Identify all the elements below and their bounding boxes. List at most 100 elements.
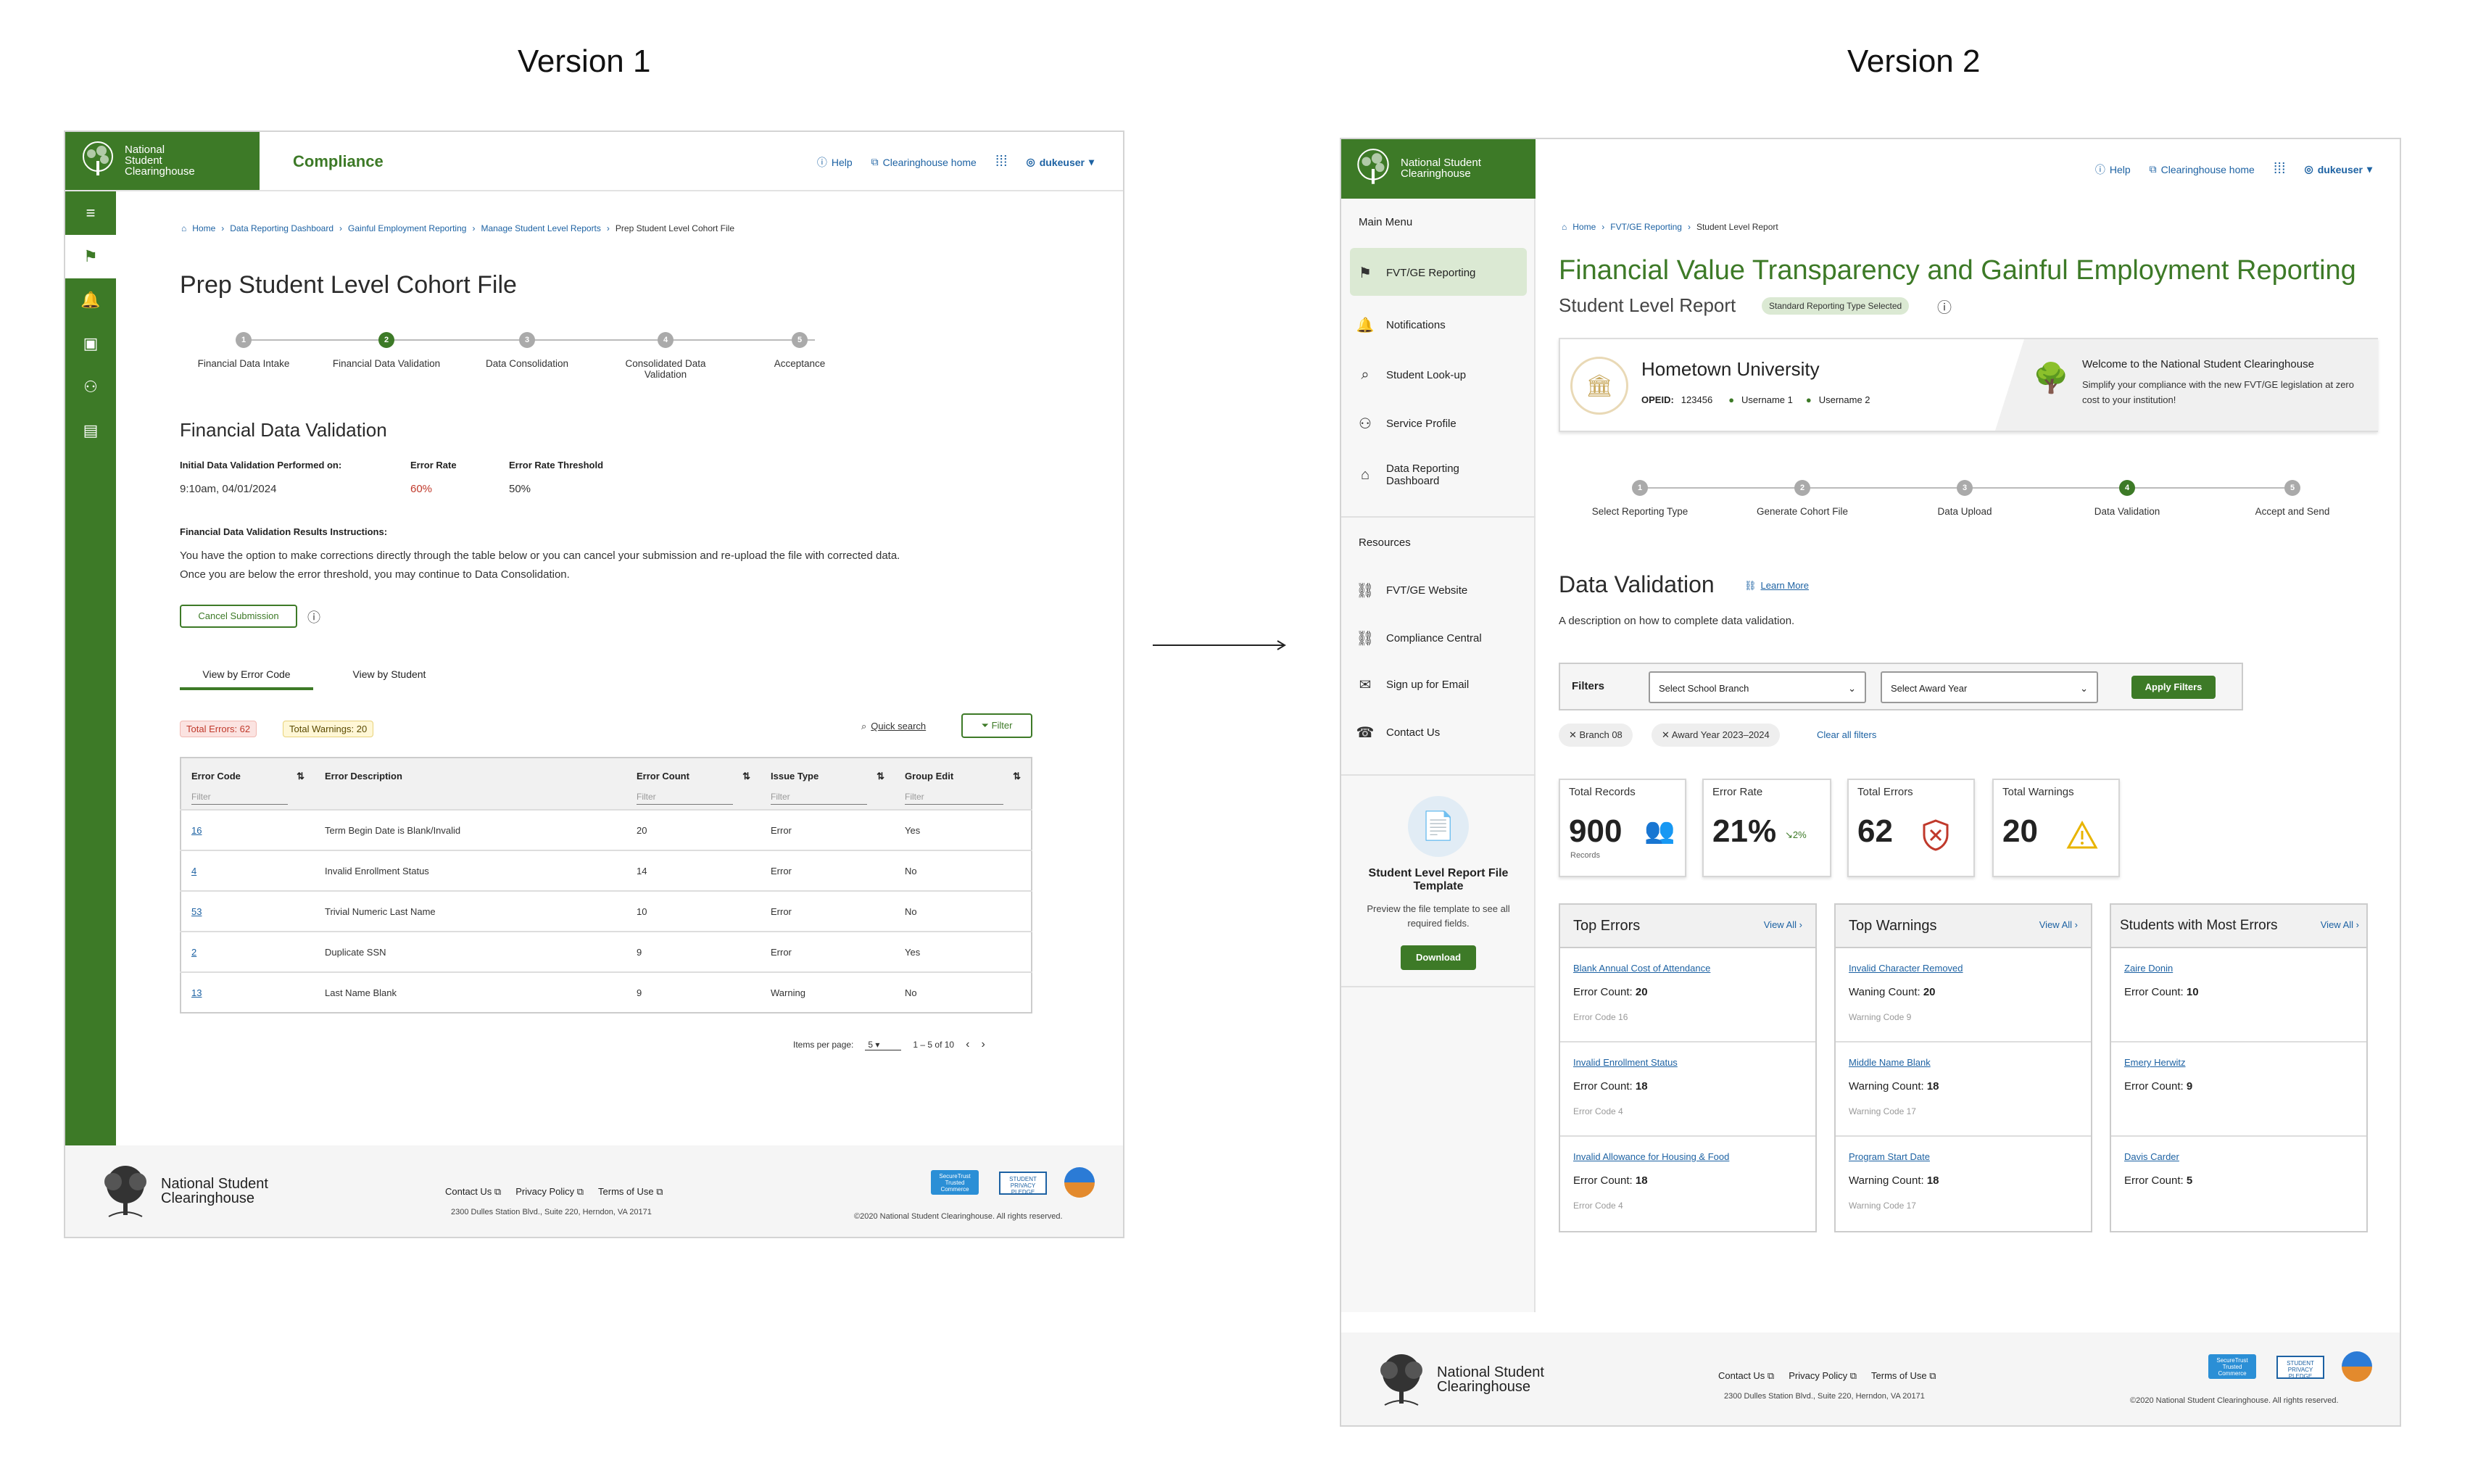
items-per-page-select[interactable]: 5 ▾ [865, 1040, 902, 1050]
filter-issue-type[interactable]: Filter [771, 792, 868, 805]
clear-all-filters-link[interactable]: Clear all filters [1817, 729, 1876, 740]
footer-terms-link[interactable]: Terms of Use ⧉ [598, 1186, 663, 1198]
school-branch-select[interactable]: Select School Branch ⌄ [1649, 671, 1866, 703]
welcome-text: Simplify your compliance with the new FV… [2082, 379, 2354, 405]
clearinghouse-home-link[interactable]: ⧉ Clearinghouse home [871, 156, 977, 168]
footer-contact-link[interactable]: Contact Us ⧉ [445, 1186, 501, 1198]
footer-terms-link[interactable]: Terms of Use ⧉ [1871, 1370, 1936, 1382]
view-all-errors-link[interactable]: View All › [1764, 919, 1802, 930]
warning-triangle-icon [2066, 821, 2098, 849]
nsc-logo[interactable]: National Student Clearinghouse [77, 139, 204, 181]
bell-icon: 🔔 [1356, 318, 1375, 333]
section-description: A description on how to complete data va… [1559, 615, 1795, 627]
col-group-edit[interactable]: Group Edit ⇅ [895, 758, 1032, 787]
filter-group-edit[interactable]: Filter [905, 792, 1003, 805]
footer-privacy-link[interactable]: Privacy Policy ⧉ [515, 1186, 584, 1198]
people-icon[interactable]: ⚇ [65, 365, 116, 409]
sort-icon[interactable]: ⇅ [877, 771, 884, 782]
list-item: Blank Annual Cost of Attendance Error Cou… [1560, 948, 1815, 1042]
menu-notifications[interactable]: 🔔 Notifications [1356, 316, 1446, 334]
menu-service-profile[interactable]: ⚇ Service Profile [1356, 415, 1456, 433]
view-all-students-link[interactable]: View All › [2321, 919, 2359, 930]
bell-icon[interactable]: 🔔 [65, 278, 116, 322]
institution-name: Hometown University [1641, 358, 1820, 380]
resource-contact-us[interactable]: ☎ Contact Us [1356, 724, 1441, 742]
sort-icon[interactable]: ⇅ [1013, 771, 1021, 782]
breadcrumb-gainful[interactable]: Gainful Employment Reporting [348, 223, 466, 233]
version-1-frame: National Student Clearinghouse Complianc… [64, 130, 1124, 1238]
menu-fvt-ge-reporting[interactable]: ⚑ FVT/GE Reporting [1356, 264, 1475, 282]
tab-student[interactable]: View by Student [335, 668, 444, 680]
prev-page-icon[interactable]: ‹ [966, 1038, 969, 1051]
award-year-select[interactable]: Select Award Year ⌄ [1881, 671, 2098, 703]
footer-contact-link[interactable]: Contact Us ⧉ [1718, 1370, 1774, 1382]
apps-grid-icon[interactable]: ⁞⁞⁞ [2274, 161, 2286, 178]
page-title: Prep Student Level Cohort File [180, 271, 517, 299]
report-settings-icon[interactable]: ▤ [65, 409, 116, 452]
help-icon: ⓘ [2094, 163, 2105, 175]
col-error-count[interactable]: Error Count ⇅ [626, 758, 761, 787]
resource-compliance-central[interactable]: ⛓ Compliance Central [1356, 629, 1481, 647]
download-button[interactable]: Download [1401, 945, 1476, 970]
flag-icon: ⚑ [1359, 265, 1372, 281]
reporting-type-badge: Standard Reporting Type Selected [1762, 297, 1910, 315]
learn-more-link[interactable]: ⛓ Learn More [1744, 580, 1809, 592]
filter-error-code[interactable]: Filter [191, 792, 288, 805]
menu-icon[interactable]: ≡ [65, 191, 116, 235]
sort-icon[interactable]: ⇅ [297, 771, 304, 782]
nsc-logo[interactable]: National Student Clearinghouse [1351, 146, 1485, 190]
help-link[interactable]: ⓘ Help [2095, 162, 2131, 177]
user-menu[interactable]: ◎ dukeuser ▾ [1027, 156, 1095, 168]
list-item: Davis Carder Error Count: 5 [2124, 1151, 2193, 1187]
filter-chip-award-year[interactable]: ✕ Award Year 2023–2024 [1652, 724, 1780, 747]
breadcrumb-home[interactable]: Home [1572, 222, 1596, 232]
menu-student-lookup[interactable]: ⌕ Student Look-up [1356, 367, 1466, 384]
info-icon[interactable]: ⓘ [1937, 296, 1952, 317]
cancel-submission-button[interactable]: Cancel Submission [180, 605, 297, 628]
quick-search[interactable]: ⌕ Quick search [861, 721, 926, 732]
filter-button[interactable]: ⏷ Filter [961, 713, 1032, 738]
privacy-pledge-badge: STUDENT PRIVACY PLEDGE [2276, 1356, 2324, 1380]
view-all-warnings-link[interactable]: View All › [2039, 919, 2078, 930]
table-row: 4 Invalid Enrollment Status 14 Error No [181, 850, 1032, 891]
version-2-frame: National Student Clearinghouse ⓘ Help ⧉ Cl… [1340, 138, 2401, 1427]
close-icon[interactable]: ✕ [1569, 729, 1580, 740]
footer-copyright: ©2020 National Student Clearinghouse. Al… [854, 1212, 1063, 1221]
next-page-icon[interactable]: › [981, 1038, 985, 1051]
table-row: 16 Term Begin Date is Blank/Invalid 20 Erro… [181, 809, 1032, 850]
link-icon: ⛓ [1744, 580, 1757, 591]
tree-logo-icon [104, 1166, 146, 1217]
version-1-title: Version 1 [518, 43, 651, 79]
close-icon[interactable]: ✕ [1662, 729, 1672, 740]
filter-chip-branch[interactable]: ✕ Branch 08 [1559, 724, 1633, 747]
footer: National Student Clearinghouse Contact U… [65, 1145, 1123, 1237]
external-link-icon: ⧉ [871, 156, 879, 167]
performed-value: 9:10am, 04/01/2024 [180, 483, 277, 495]
resources-title: Resources [1359, 536, 1411, 549]
breadcrumb-home[interactable]: Home [192, 223, 215, 233]
resource-sign-up-email[interactable]: ✉ Sign up for Email [1356, 676, 1470, 694]
tab-error-code[interactable]: View by Error Code [180, 668, 313, 690]
apps-grid-icon[interactable]: ⁞⁞⁞ [995, 154, 1008, 170]
footer-logo: National Student Clearinghouse [1370, 1351, 1553, 1408]
clearinghouse-home-link[interactable]: ⧉ Clearinghouse home [2150, 163, 2255, 175]
help-link[interactable]: ⓘ Help [817, 155, 853, 170]
col-error-description[interactable]: Error Description [315, 758, 626, 787]
breadcrumb-manage[interactable]: Manage Student Level Reports [481, 223, 600, 233]
menu-data-reporting[interactable]: ⌂ Data Reporting Dashboard [1356, 463, 1508, 487]
resource-fvt-ge-website[interactable]: ⛓ FVT/GE Website [1356, 581, 1467, 600]
filter-error-count[interactable]: Filter [637, 792, 734, 805]
breadcrumb: ⌂ Home › FVT/GE Reporting › Student Level … [1562, 222, 1778, 232]
error-shield-icon [1923, 819, 1949, 851]
footer-privacy-link[interactable]: Privacy Policy ⧉ [1789, 1370, 1857, 1382]
book-icon[interactable]: ▣ [65, 322, 116, 365]
user-menu[interactable]: ◎ dukeuser ▾ [2305, 163, 2373, 175]
apply-filters-button[interactable]: Apply Filters [2131, 676, 2216, 699]
reporting-icon[interactable]: ⚑ [65, 235, 116, 278]
breadcrumb-fvt[interactable]: FVT/GE Reporting [1610, 222, 1682, 232]
sort-icon[interactable]: ⇅ [742, 771, 750, 782]
col-issue-type[interactable]: Issue Type ⇅ [761, 758, 895, 787]
col-error-code[interactable]: Error Code ⇅ [181, 758, 315, 787]
info-icon[interactable]: ⓘ [307, 608, 320, 626]
breadcrumb-dashboard[interactable]: Data Reporting Dashboard [230, 223, 333, 233]
